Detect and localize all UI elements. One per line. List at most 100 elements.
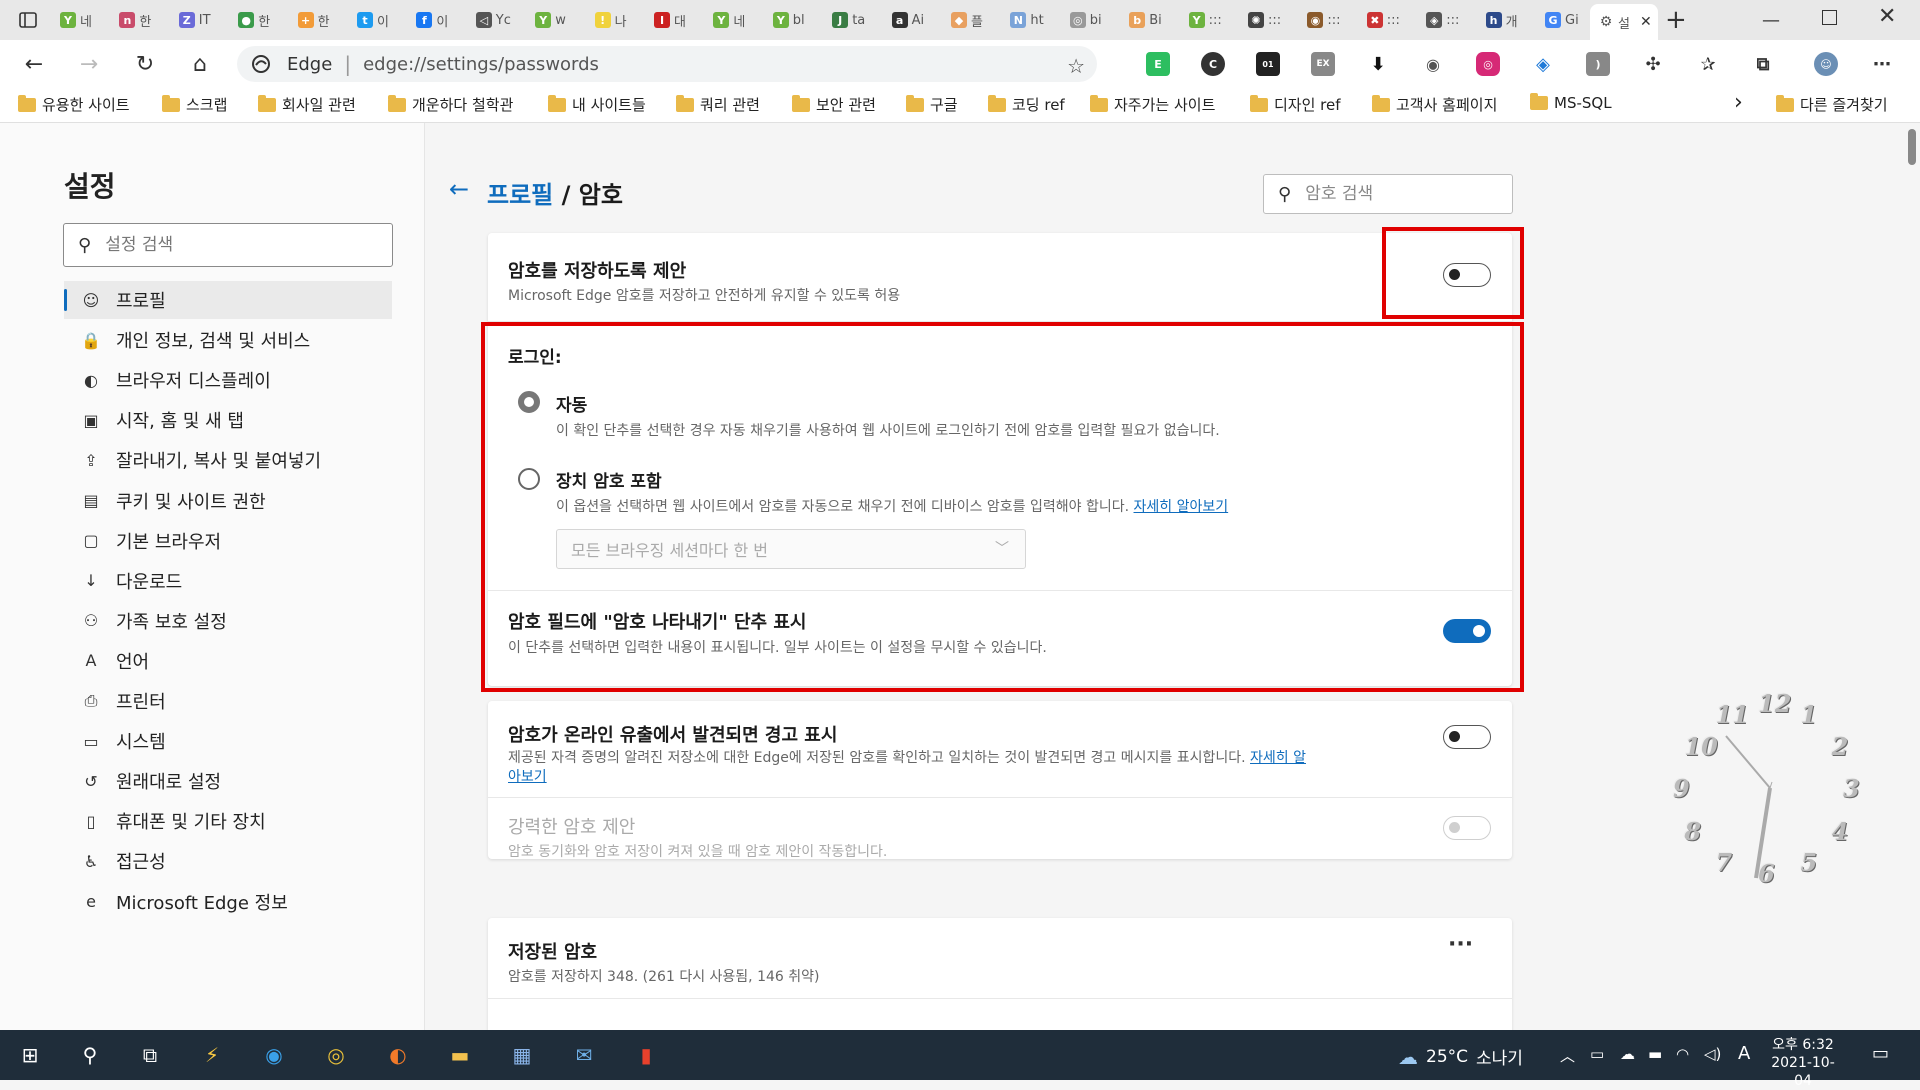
- leak-learn-more-link[interactable]: 자세히 알: [1250, 750, 1306, 766]
- close-window-button[interactable]: ✕: [1878, 4, 1896, 29]
- tray-chevron-icon[interactable]: ︿: [1560, 1045, 1575, 1066]
- minimize-button[interactable]: —: [1762, 10, 1780, 31]
- winamp-icon[interactable]: ⚡: [196, 1039, 228, 1071]
- strong-password-toggle[interactable]: [1443, 816, 1491, 840]
- more-menu-icon[interactable]: ⋯: [1870, 52, 1894, 76]
- bookmark-folder[interactable]: MS-SQL: [1530, 93, 1612, 112]
- tab[interactable]: Ybl: [772, 4, 827, 36]
- bookmark-folder[interactable]: 자주가는 사이트: [1090, 94, 1215, 115]
- tab[interactable]: Y네: [60, 4, 114, 36]
- bookmark-folder[interactable]: 코딩 ref: [988, 94, 1065, 115]
- sidebar-item[interactable]: A 언어: [64, 642, 392, 680]
- tab[interactable]: I대: [654, 4, 708, 36]
- download-extension-icon[interactable]: ⬇: [1366, 52, 1390, 76]
- collections-icon[interactable]: ⧉: [1751, 52, 1775, 76]
- refresh-button[interactable]: ↻: [131, 50, 159, 78]
- address-bar[interactable]: Edge | edge://settings/passwords ☆: [237, 46, 1097, 82]
- tab[interactable]: ◎ bi: [1069, 4, 1124, 36]
- store-icon[interactable]: ▦: [506, 1039, 538, 1071]
- home-button[interactable]: ⌂: [186, 50, 214, 78]
- extension-c-icon[interactable]: C: [1201, 52, 1225, 76]
- bookmarks-more-chevron-icon[interactable]: ›: [1734, 90, 1743, 115]
- sidebar-item[interactable]: ↺ 원래대로 설정: [64, 762, 392, 800]
- sidebar-item[interactable]: e Microsoft Edge 정보: [64, 883, 392, 921]
- saved-passwords-more-button[interactable]: ···: [1448, 932, 1473, 957]
- sidebar-item[interactable]: ⇪ 잘라내기, 복사 및 붙여넣기: [64, 441, 392, 479]
- tab[interactable]: f이: [416, 4, 470, 36]
- maximize-button[interactable]: [1822, 10, 1837, 25]
- mail-icon[interactable]: ✉: [568, 1039, 600, 1071]
- bookmark-folder[interactable]: 개운하다 철학관: [388, 94, 513, 115]
- notifications-icon[interactable]: ▭: [1872, 1043, 1889, 1064]
- leak-learn-more-link-cont[interactable]: 아보기: [508, 769, 547, 785]
- sidebar-item[interactable]: ▤ 쿠키 및 사이트 권한: [64, 482, 392, 520]
- tab[interactable]: h개: [1485, 4, 1540, 36]
- system-clock[interactable]: 오후 6:32 2021-10-04: [1768, 1036, 1838, 1090]
- tab[interactable]: ! 나: [594, 4, 649, 36]
- tray-device-icon[interactable]: ▭: [1590, 1045, 1604, 1063]
- extensions-puzzle-icon[interactable]: ✣: [1641, 52, 1665, 76]
- tab[interactable]: ● 한: [238, 4, 292, 36]
- leak-warning-toggle[interactable]: [1443, 725, 1491, 749]
- sidebar-item[interactable]: ⎙ 프린터: [64, 682, 392, 720]
- sidebar-item[interactable]: ▢ 기본 브라우저: [64, 522, 392, 560]
- camera-extension-icon[interactable]: ◉: [1421, 52, 1445, 76]
- tab[interactable]: ✖:::: [1366, 4, 1421, 36]
- start-icon[interactable]: ⊞: [14, 1039, 46, 1071]
- forward-button[interactable]: →: [75, 50, 103, 78]
- bookmark-folder[interactable]: 보안 관련: [792, 94, 876, 115]
- tab-actions-icon[interactable]: [18, 10, 38, 30]
- office-icon[interactable]: ▮: [630, 1039, 662, 1071]
- onedrive-icon[interactable]: ☁: [1620, 1045, 1635, 1063]
- tab[interactable]: b Bi: [1129, 4, 1183, 36]
- wifi-icon[interactable]: ◠: [1676, 1045, 1689, 1063]
- tab[interactable]: Y:::: [1188, 4, 1243, 36]
- layers-extension-icon[interactable]: ◈: [1531, 52, 1555, 76]
- bookmark-folder[interactable]: 쿼리 관련: [676, 94, 760, 115]
- tab[interactable]: Z IT: [178, 4, 233, 36]
- battery-icon[interactable]: ▬: [1648, 1045, 1662, 1063]
- sidebar-item[interactable]: ☺ 프로필: [64, 281, 392, 319]
- settings-search-input[interactable]: [103, 234, 368, 256]
- sidebar-item[interactable]: ▭ 시스템: [64, 722, 392, 760]
- tab[interactable]: Nht: [1010, 4, 1064, 36]
- sidebar-item[interactable]: ↓ 다운로드: [64, 562, 392, 600]
- tab[interactable]: a Ai: [891, 4, 946, 36]
- bookmark-folder[interactable]: 회사일 관련: [258, 94, 356, 115]
- tab[interactable]: ✺:::: [1248, 4, 1302, 36]
- back-arrow-icon[interactable]: ←: [449, 175, 469, 203]
- password-search-box[interactable]: ⚲: [1263, 174, 1513, 214]
- tab[interactable]: + 한: [297, 4, 352, 36]
- rss-extension-icon[interactable]: ): [1586, 52, 1610, 76]
- add-favorite-icon[interactable]: ☆: [1067, 54, 1085, 78]
- bookmark-folder[interactable]: 디자인 ref: [1250, 94, 1341, 115]
- file-explorer-icon[interactable]: ▬: [444, 1039, 476, 1071]
- favorites-icon[interactable]: ✰: [1696, 52, 1720, 76]
- tab[interactable]: t이: [357, 4, 411, 36]
- settings-search-box[interactable]: ⚲: [63, 223, 393, 267]
- sidebar-item[interactable]: ♿ 접근성: [64, 842, 392, 880]
- bookmark-folder[interactable]: 스크랩: [162, 94, 227, 115]
- avatar[interactable]: ☺: [1814, 52, 1838, 76]
- sidebar-item[interactable]: ▣ 시작, 홈 및 새 탭: [64, 401, 392, 439]
- instagram-extension-icon[interactable]: ◎: [1476, 52, 1500, 76]
- firefox-taskbar-icon[interactable]: ◐: [382, 1039, 414, 1071]
- tab[interactable]: Yw: [535, 4, 589, 36]
- volume-icon[interactable]: ◁): [1704, 1045, 1721, 1063]
- tab[interactable]: ◆ 플: [951, 4, 1005, 36]
- address-url[interactable]: edge://settings/passwords: [363, 54, 599, 75]
- tab[interactable]: Y네: [713, 4, 767, 36]
- bookmark-folder[interactable]: 내 사이트들: [548, 94, 646, 115]
- tab[interactable]: ◈:::: [1426, 4, 1480, 36]
- bookmark-folder[interactable]: 구글: [906, 94, 958, 115]
- ime-indicator[interactable]: A: [1738, 1043, 1750, 1064]
- new-tab-button[interactable]: +: [1665, 6, 1687, 34]
- back-button[interactable]: ←: [20, 50, 48, 78]
- tab-active-settings[interactable]: ⚙ 설 ✕: [1590, 4, 1658, 40]
- tab[interactable]: ◉:::: [1307, 4, 1361, 36]
- bookmark-folder[interactable]: 유용한 사이트: [18, 94, 130, 115]
- search-icon[interactable]: ⚲: [74, 1039, 106, 1071]
- evernote-extension-icon[interactable]: E: [1146, 52, 1170, 76]
- binary-extension-icon[interactable]: 01: [1256, 52, 1280, 76]
- task-view-icon[interactable]: ⧉: [134, 1039, 166, 1071]
